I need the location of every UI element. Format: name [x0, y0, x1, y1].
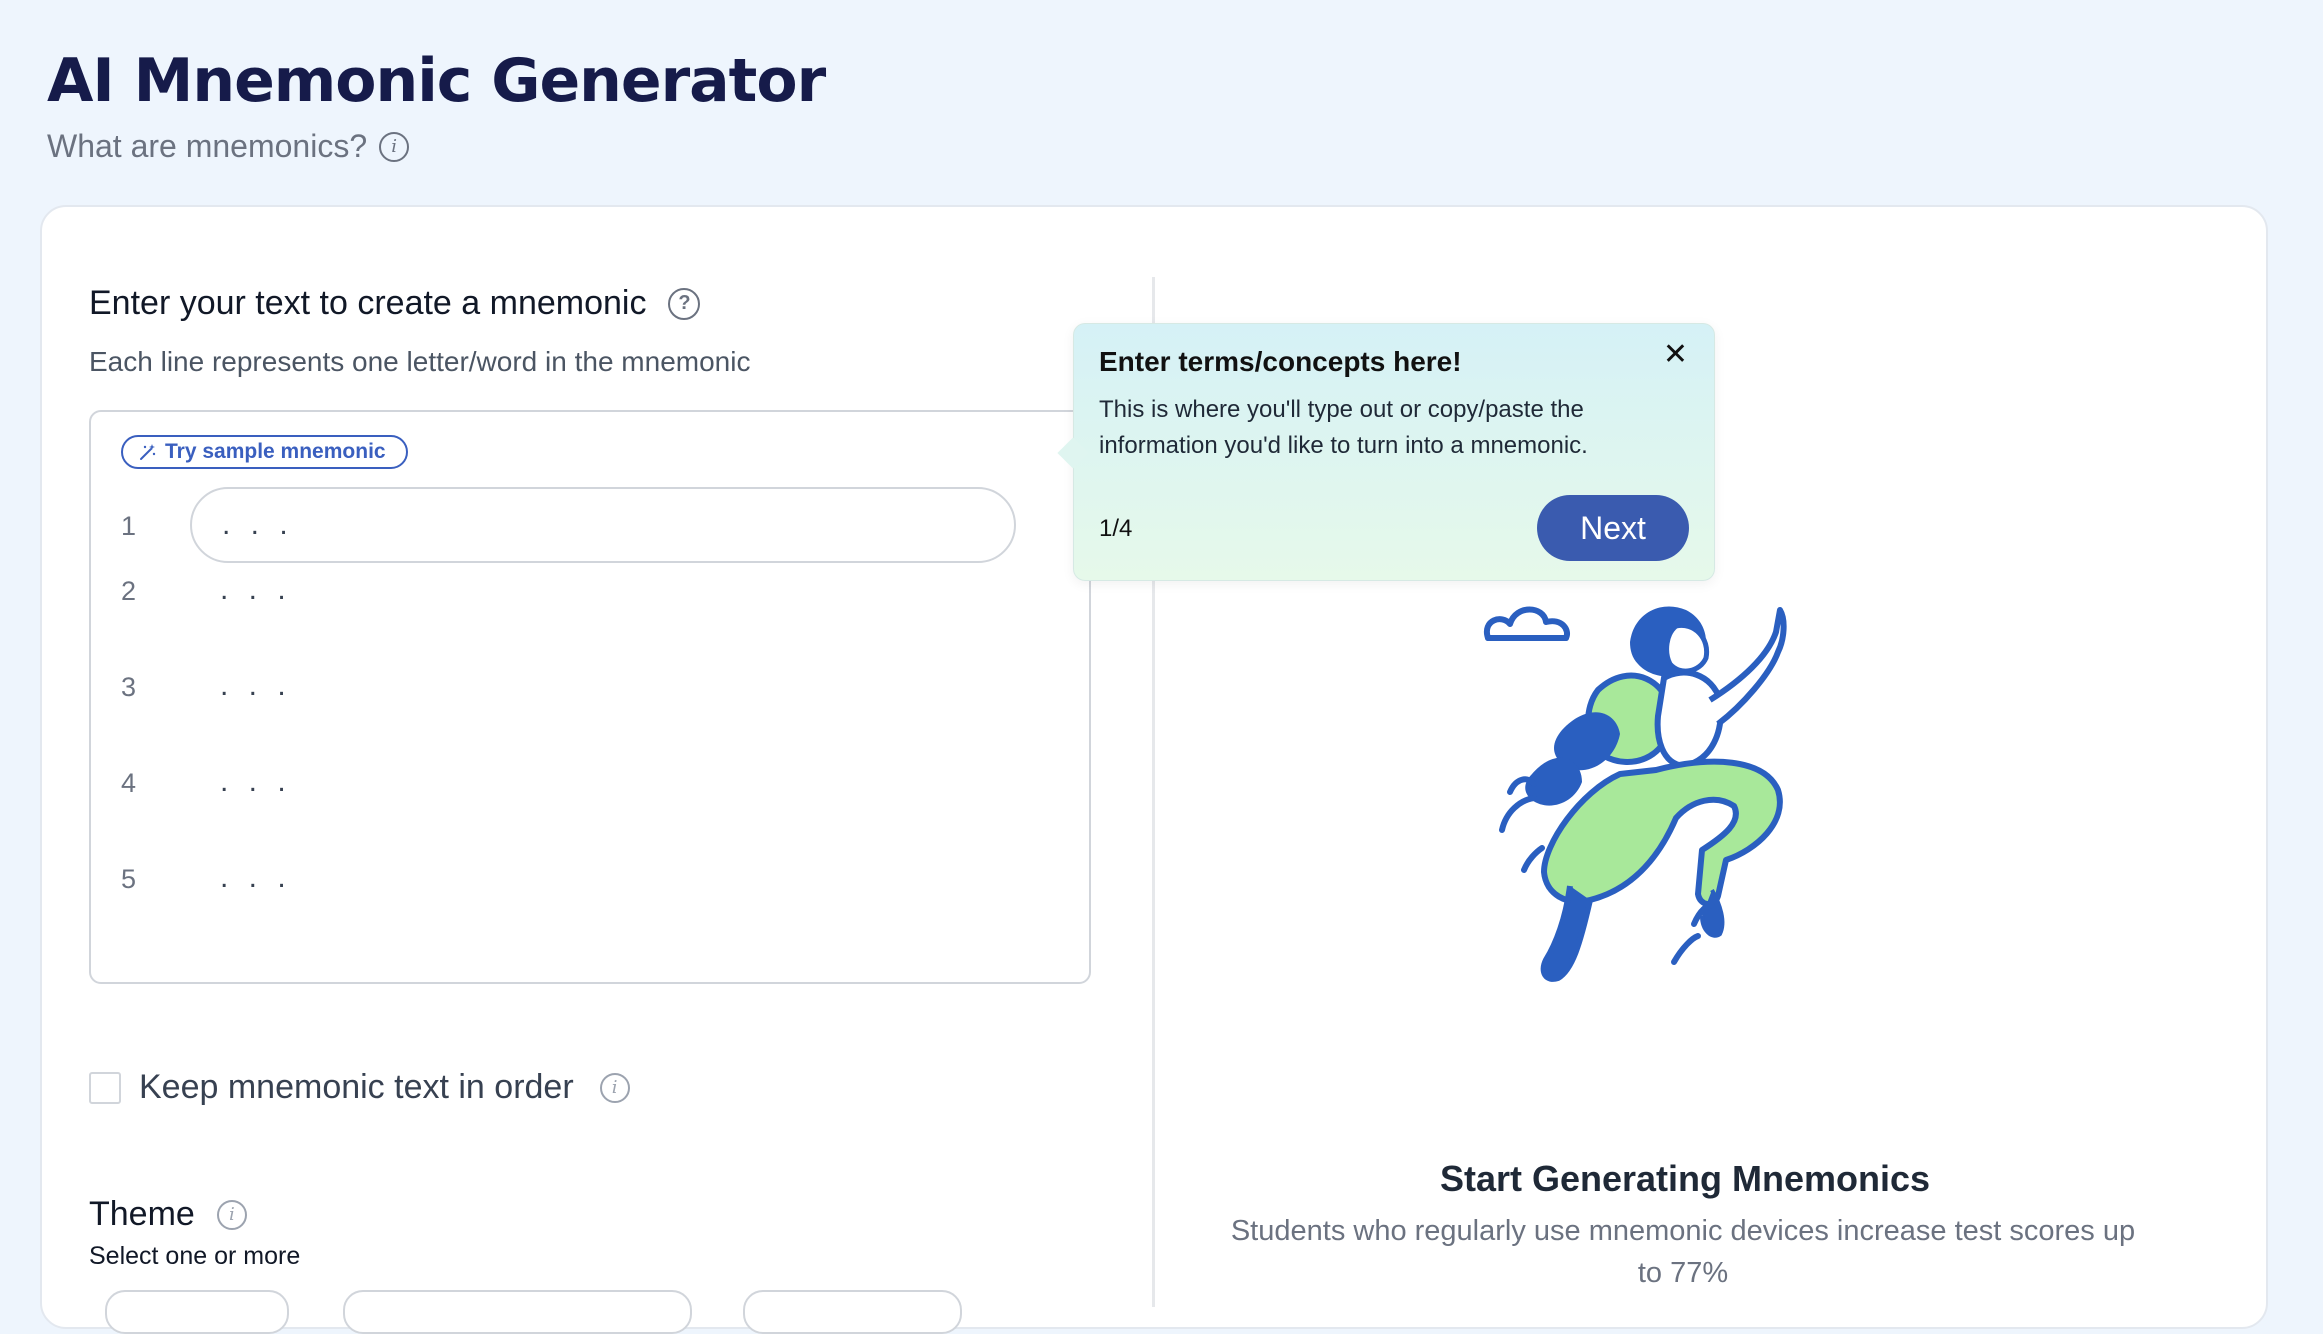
line-input-2[interactable] — [190, 552, 1016, 628]
theme-header: Theme i — [89, 1195, 247, 1234]
close-icon[interactable]: ✕ — [1663, 340, 1688, 370]
theme-chip[interactable] — [105, 1290, 289, 1334]
subtitle-text: What are mnemonics? — [47, 128, 368, 164]
line-input-4[interactable] — [190, 744, 1016, 820]
next-button[interactable]: Next — [1537, 495, 1689, 561]
keep-order-checkbox[interactable] — [89, 1071, 121, 1104]
line-row: 2 — [91, 552, 1089, 632]
try-sample-mnemonic-button[interactable]: Try sample mnemonic — [121, 435, 408, 469]
keep-order-label: Keep mnemonic text in order — [139, 1068, 574, 1106]
line-number: 5 — [121, 864, 137, 894]
theme-hint: Select one or more — [89, 1242, 301, 1270]
line-row: 5 — [91, 840, 1089, 920]
theme-chip[interactable] — [743, 1290, 962, 1334]
magic-wand-icon — [140, 444, 156, 460]
line-row: 3 — [91, 648, 1089, 728]
info-icon[interactable]: i — [379, 131, 410, 162]
input-title: Enter your text to create a mnemonic — [89, 284, 647, 322]
empty-state-title: Start Generating Mnemonics — [1439, 1158, 1931, 1199]
line-number: 1 — [121, 511, 137, 541]
theme-chip[interactable] — [343, 1290, 692, 1334]
help-icon[interactable]: ? — [668, 287, 701, 320]
tooltip-step-counter: 1/4 — [1099, 515, 1133, 542]
onboarding-tooltip: ✕ Enter terms/concepts here! This is whe… — [1057, 323, 1715, 581]
line-number: 3 — [121, 672, 137, 702]
flying-student-illustration — [1483, 606, 1787, 982]
keep-order-option[interactable]: Keep mnemonic text in order i — [89, 1068, 630, 1107]
line-input-3[interactable] — [190, 648, 1016, 724]
line-row: 4 — [91, 744, 1089, 824]
line-input-5[interactable] — [190, 840, 1016, 916]
input-hint: Each line represents one letter/word in … — [89, 346, 751, 377]
tooltip-title: Enter terms/concepts here! — [1099, 346, 1462, 377]
input-label-row: Enter your text to create a mnemonic ? — [89, 284, 701, 323]
line-number: 4 — [121, 768, 137, 798]
tooltip-body: This is where you'll type out or copy/pa… — [1099, 396, 1588, 459]
line-number: 2 — [121, 576, 137, 606]
info-icon[interactable]: i — [599, 1072, 630, 1103]
empty-state-description: Students who regularly use mnemonic devi… — [1230, 1215, 2136, 1289]
page-title: AI Mnemonic Generator — [47, 46, 826, 116]
theme-title: Theme — [89, 1195, 195, 1233]
try-sample-label: Try sample mnemonic — [165, 440, 386, 463]
info-icon[interactable]: i — [216, 1199, 247, 1230]
what-are-mnemonics-link[interactable]: What are mnemonics? i — [47, 128, 410, 165]
mnemonic-lines-box: Try sample mnemonic 1 2 3 4 5 — [89, 410, 1091, 984]
